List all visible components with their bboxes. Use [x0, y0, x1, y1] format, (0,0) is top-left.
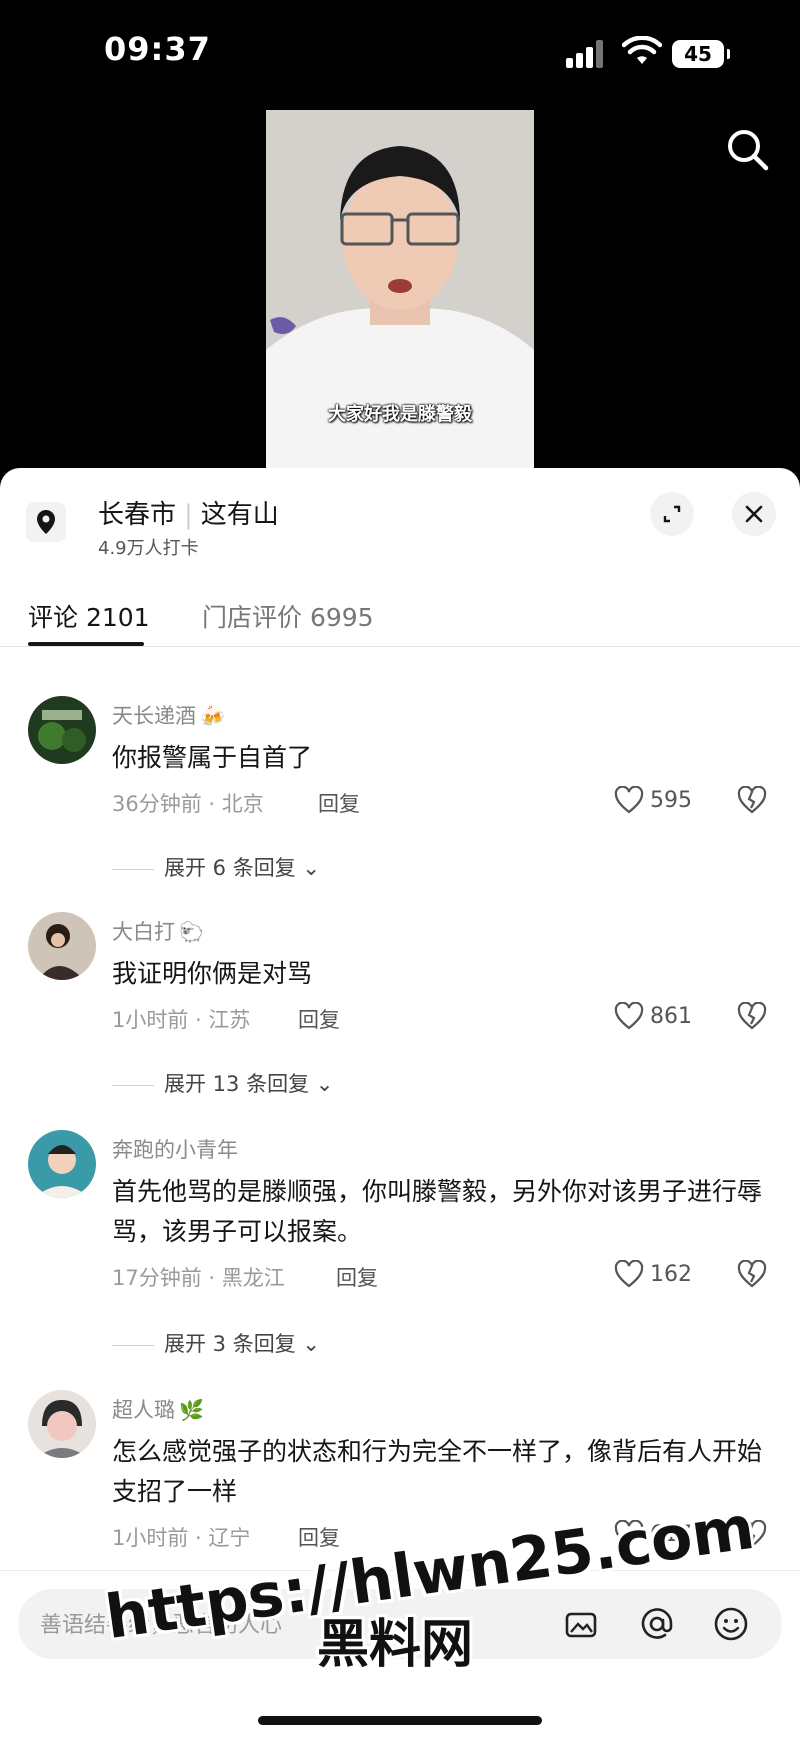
avatar[interactable] [28, 696, 96, 764]
title-divider: | [184, 500, 193, 530]
heart-icon [614, 1001, 644, 1030]
expand-button[interactable] [650, 492, 694, 536]
search-icon[interactable] [722, 124, 774, 176]
avatar[interactable] [28, 1390, 96, 1458]
heart-icon [614, 1519, 644, 1548]
close-icon [745, 505, 763, 523]
expand-icon [663, 505, 681, 523]
video-player[interactable]: 大家好我是滕警毅 [266, 110, 534, 470]
chevron-down-icon: ⌄ [302, 1332, 321, 1356]
location-city: 长春市 [98, 500, 177, 530]
comment-input-container[interactable] [18, 1589, 782, 1661]
chevron-down-icon: ⌄ [302, 856, 321, 880]
broken-heart-icon [737, 1519, 767, 1548]
tab-bar: 评论 2101 门店评价 6995 [0, 598, 800, 647]
comment-input[interactable] [38, 1589, 562, 1661]
location-title[interactable]: 长春市 | 这有山 [98, 494, 279, 531]
dislike-button[interactable] [737, 1519, 769, 1552]
comment-meta: 36分钟前 · 北京 [112, 792, 264, 816]
location-checkins: 4.9万人打卡 [98, 538, 199, 559]
dislike-button[interactable] [737, 785, 769, 818]
at-mention-icon[interactable] [638, 1605, 676, 1643]
comment-username[interactable]: 超人璐 🌿 [112, 1394, 204, 1424]
comment-meta: 1小时前 · 辽宁 [112, 1526, 251, 1550]
comment-text: 我证明你俩是对骂 [112, 959, 313, 988]
emoji-icon[interactable] [712, 1605, 750, 1643]
like-count: 617 [650, 1522, 692, 1547]
video-subtitle: 大家好我是滕警毅 [328, 404, 472, 425]
heart-icon [614, 785, 644, 814]
comment-username[interactable]: 大白打 🐑 [112, 916, 204, 946]
reply-button[interactable]: 回复 [298, 1522, 340, 1552]
reply-button[interactable]: 回复 [336, 1262, 378, 1292]
expand-replies[interactable]: 展开 3 条回复 ⌄ [112, 1328, 320, 1358]
close-button[interactable] [732, 492, 776, 536]
reply-button[interactable]: 回复 [298, 1004, 340, 1034]
reply-button[interactable]: 回复 [318, 788, 360, 818]
dislike-button[interactable] [737, 1259, 769, 1292]
comment-username[interactable]: 奔跑的小青年 [112, 1134, 242, 1164]
expand-replies[interactable]: 展开 6 条回复 ⌄ [112, 852, 320, 882]
username-emoji: 🍻 [200, 704, 225, 728]
location-place: 这有山 [200, 500, 279, 530]
tab-comments[interactable]: 评论 2101 [28, 598, 150, 634]
heart-icon [614, 1259, 644, 1288]
dislike-button[interactable] [737, 1001, 769, 1034]
like-count: 595 [650, 788, 692, 813]
status-time: 09:37 [104, 30, 211, 68]
comment-text: 怎么感觉强子的状态和行为完全不一样了，像背后有人开始支招了一样 [112, 1437, 763, 1506]
comment-input-bar [0, 1570, 800, 1737]
tab-store-reviews[interactable]: 门店评价 6995 [202, 598, 374, 634]
like-button[interactable]: 861 [614, 1001, 704, 1034]
comment-text: 你报警属于自首了 [112, 743, 313, 772]
username-emoji: 🌿 [179, 1398, 204, 1422]
avatar[interactable] [28, 1130, 96, 1198]
like-count: 861 [650, 1004, 692, 1029]
tab-active-indicator [28, 642, 144, 646]
chevron-down-icon: ⌄ [315, 1072, 334, 1096]
like-button[interactable]: 595 [614, 785, 704, 818]
wifi-icon [622, 36, 662, 64]
home-indicator[interactable] [258, 1716, 542, 1725]
comment-username[interactable]: 天长递酒 🍻 [112, 700, 225, 730]
broken-heart-icon [737, 1001, 767, 1030]
expand-replies[interactable]: 展开 13 条回复 ⌄ [112, 1068, 333, 1098]
comment-meta: 1小时前 · 江苏 [112, 1008, 251, 1032]
avatar[interactable] [28, 912, 96, 980]
battery-icon: 45 [672, 40, 730, 68]
broken-heart-icon [737, 785, 767, 814]
comment-text: 首先他骂的是滕顺强，你叫滕警毅，另外你对该男子进行辱骂，该男子可以报案。 [112, 1177, 763, 1246]
comment-meta: 17分钟前 · 黑龙江 [112, 1266, 285, 1290]
status-bar: 09:37 45 [0, 0, 800, 100]
broken-heart-icon [737, 1259, 767, 1288]
like-button[interactable]: 162 [614, 1259, 704, 1292]
signal-icon [566, 40, 610, 68]
image-icon[interactable] [562, 1605, 600, 1643]
location-pin-icon [26, 502, 66, 542]
username-emoji: 🐑 [179, 920, 204, 944]
like-button[interactable]: 617 [614, 1519, 704, 1552]
like-count: 162 [650, 1262, 692, 1287]
comment-sheet: 长春市 | 这有山 4.9万人打卡 评论 2101 门店评价 6995 天长递酒 🍻 … [0, 468, 800, 1736]
